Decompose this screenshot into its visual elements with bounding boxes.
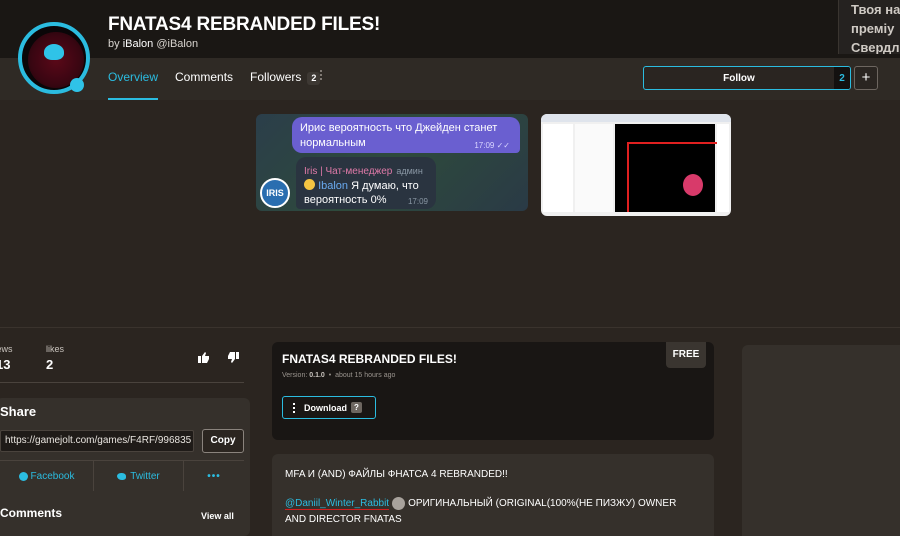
likes-label: likes — [46, 344, 65, 354]
comments-heading: Comments — [0, 506, 63, 520]
version-value: 0.1.0 — [309, 372, 325, 379]
chat-sender: Iris | Чат-менеджер админ — [304, 161, 428, 179]
editor-sprite-list — [575, 124, 613, 212]
version-label: Version: — [282, 372, 308, 379]
description-card: MFA И (AND) ФАЙЛЫ ФНАТСА 4 REBRANDED!! @… — [272, 454, 714, 536]
mention-link[interactable]: @Daniil_Winter_Rabbit — [285, 498, 390, 510]
tab-label: Followers — [250, 70, 302, 84]
screenshot-editor[interactable] — [541, 114, 731, 216]
comments-panel-edge — [0, 530, 244, 536]
thinking-emoji-icon — [304, 179, 315, 190]
tab-comments[interactable]: Comments — [175, 60, 233, 100]
description-line: MFA И (AND) ФАЙЛЫ ФНАТСА 4 REBRANDED!! — [285, 469, 508, 480]
chat-sender-name: Iris | Чат-менеджер — [304, 166, 393, 177]
description-line: AND DIRECTOR FNATAS — [285, 514, 402, 525]
copy-button[interactable]: Copy — [202, 429, 244, 453]
chat-message-outgoing: Ирис вероятность что Джейден станет норм… — [292, 117, 520, 153]
tab-bar: Overview Comments Followers 2 — [108, 60, 337, 100]
editor-right-panel — [717, 124, 729, 212]
view-all-comments-link[interactable]: View all — [201, 511, 234, 521]
byline: by iBalon @iBalon — [108, 38, 198, 50]
skull-emoji-icon — [392, 497, 406, 510]
ad-line: преміу — [851, 21, 895, 36]
unknown-platform-icon: ? — [351, 402, 362, 413]
more-options-icon[interactable] — [318, 70, 324, 82]
avatar-decoration-icon — [44, 44, 64, 60]
download-button[interactable]: Download ? — [282, 396, 376, 419]
page-title: FNATAS4 REBRANDED FILES! — [108, 14, 381, 35]
package-card: FNATAS4 REBRANDED FILES! Version: 0.1.0 … — [272, 342, 714, 440]
chat-message-incoming: Iris | Чат-менеджер админ Ibalon Я думаю,… — [296, 157, 436, 209]
tab-label: Comments — [175, 70, 234, 84]
share-title: Share — [0, 404, 37, 419]
facebook-icon — [18, 471, 28, 481]
byline-prefix: by — [108, 38, 120, 50]
add-to-playlist-button[interactable]: + — [854, 66, 878, 90]
share-twitter-button[interactable]: Twitter — [94, 461, 184, 491]
share-facebook-button[interactable]: Facebook — [0, 461, 94, 491]
like-icon[interactable] — [198, 352, 210, 363]
tab-overview[interactable]: Overview — [108, 60, 159, 100]
share-more-button[interactable]: ••• — [184, 461, 244, 491]
chat-sender-role: админ — [396, 166, 423, 176]
chat-message-time: 17:09 — [407, 197, 428, 206]
updated-time: about 15 hours ago — [335, 372, 396, 379]
description-text: ОРИГИНАЛЬНЫЙ (ORIGINAL(100%(НЕ ПИЗЖУ) OW… — [408, 498, 677, 509]
description-line: @Daniil_Winter_Rabbit ОРИГИНАЛЬНЫЙ (ORIG… — [285, 497, 676, 510]
share-url-input[interactable]: https://gamejolt.com/games/F4RF/996835 — [0, 430, 194, 452]
dislike-icon[interactable] — [227, 352, 239, 363]
divider — [0, 382, 244, 383]
ad-line: Твоя на — [851, 2, 900, 17]
ad-banner[interactable]: Твоя на преміу Свердл — [838, 0, 900, 54]
chat-mention: Ibalon — [318, 180, 349, 192]
ad-line: Свердл — [851, 40, 900, 54]
author-handle[interactable]: @iBalon — [156, 38, 198, 50]
sidebar-card — [742, 345, 900, 536]
tab-label: Overview — [108, 70, 159, 84]
price-badge: FREE — [666, 342, 706, 368]
screenshot-chat[interactable]: Ирис вероятность что Джейден станет норм… — [256, 114, 528, 211]
facebook-label: Facebook — [30, 470, 75, 482]
editor-toolbar — [541, 114, 731, 122]
author-name-link[interactable]: iBalon — [123, 38, 154, 50]
editor-tree-panel — [543, 124, 573, 212]
download-label: Download — [304, 402, 347, 413]
share-buttons: Facebook Twitter ••• — [0, 460, 244, 491]
twitter-label: Twitter — [130, 470, 160, 482]
views-value: 13 — [0, 357, 11, 372]
editor-character-sprite — [683, 174, 703, 196]
download-options-icon — [293, 402, 295, 413]
editor-canvas — [615, 124, 715, 212]
twitter-icon — [117, 472, 127, 480]
editor-guide-line — [627, 142, 717, 144]
follow-count: 2 — [834, 67, 850, 89]
views-label: views — [0, 344, 13, 354]
package-meta: Version: 0.1.0 • about 15 hours ago — [282, 372, 395, 379]
follow-button[interactable]: Follow 2 — [643, 66, 851, 90]
tab-followers[interactable]: Followers 2 — [250, 60, 321, 100]
package-title: FNATAS4 REBRANDED FILES! — [282, 352, 457, 366]
likes-value: 2 — [46, 357, 54, 372]
chat-message-time: 17:09 ✓✓ — [474, 141, 510, 150]
chat-avatar: IRIS — [260, 178, 290, 208]
avatar-decoration-icon — [70, 78, 84, 92]
meta-separator: • — [328, 372, 332, 379]
follow-label: Follow — [723, 72, 755, 84]
editor-guide-line — [627, 142, 629, 212]
